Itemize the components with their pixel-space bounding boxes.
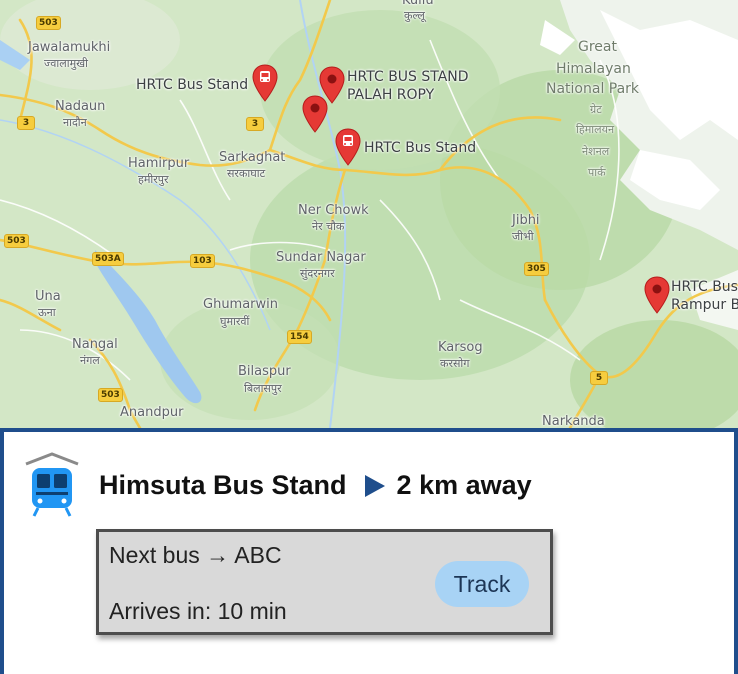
park-label-line3: National Park [546, 81, 640, 97]
place-label-jibhi: Jibhi [512, 213, 540, 228]
place-label-bilaspur: Bilaspur [238, 364, 291, 379]
distance-label: 2 km away [396, 470, 532, 500]
road-shield: 503 [36, 16, 61, 30]
place-label-jawalamukhi: Jawalamukhi [28, 40, 111, 55]
bus-stop-label[interactable]: HRTC Bus Stand [136, 77, 248, 93]
place-label-nangal: Nangal [72, 337, 118, 352]
place-label-nangal-hi: नंगल [80, 354, 100, 367]
place-label-ghumarwin: Ghumarwin [203, 297, 279, 312]
next-bus-card: Next bus → ABC Arrives in: 10 min Track [96, 529, 553, 635]
place-label-karsog-hi: करसोग [440, 357, 470, 370]
place-label-kullu: Kullu [402, 0, 434, 8]
place-label-bilaspur-hi: बिलासपुर [244, 382, 282, 395]
park-label-line1: Great [578, 39, 617, 55]
location-pin-icon[interactable] [302, 95, 328, 133]
park-label-hi2: हिमालयन [576, 123, 615, 136]
arrival-text: Arrives in: 10 min [109, 598, 287, 624]
place-label-una-hi: ऊना [38, 306, 56, 319]
place-label-ner-chowk: Ner Chowk [298, 203, 369, 218]
bus-stop-label[interactable]: Rampur B [671, 297, 738, 313]
road-shield: 503A [92, 252, 124, 266]
place-label-ner-chowk-hi: नेर चौक [312, 220, 345, 233]
play-arrow-icon [364, 474, 385, 497]
road-shield: 3 [246, 117, 264, 131]
place-label-hamirpur: Hamirpur [128, 156, 190, 171]
road-shield: 305 [524, 262, 549, 276]
location-pin-icon[interactable] [644, 276, 670, 314]
road-shield: 503 [4, 234, 29, 248]
bus-stop-label[interactable]: HRTC Bus [671, 279, 738, 295]
next-bus-text: Next bus → ABC [109, 542, 282, 568]
park-label-hi3: नेशनल [582, 145, 610, 158]
place-label-sarkaghat: Sarkaghat [219, 150, 286, 165]
place-label-sundar-nagar-hi: सुंदरनगर [300, 267, 335, 280]
place-label-narkanda: Narkanda [542, 414, 605, 429]
place-label-nadaun-hi: नादौन [63, 116, 87, 129]
road-shield: 5 [590, 371, 608, 385]
bus-stop-marker[interactable] [335, 128, 361, 166]
park-label-hi1: ग्रेट [590, 103, 602, 116]
map-view[interactable]: Jawalamukhi ज्वालामुखी Nadaun नादौन Hami… [0, 0, 738, 428]
stand-header: Himsuta Bus Stand 2 km away [99, 470, 532, 501]
place-label-sundar-nagar: Sundar Nagar [276, 250, 366, 265]
bus-stand-info-panel: Himsuta Bus Stand 2 km away Next bus → A… [0, 428, 738, 674]
road-shield: 103 [190, 254, 215, 268]
place-label-anandpur: Anandpur [120, 405, 184, 420]
road-shield: 503 [98, 388, 123, 402]
track-button[interactable]: Track [435, 561, 529, 607]
stand-name: Himsuta Bus Stand [99, 470, 347, 500]
park-label-line2: Himalayan [556, 61, 631, 77]
bus-stop-label[interactable]: HRTC BUS STAND [347, 69, 469, 85]
place-label-jawalamukhi-hi: ज्वालामुखी [44, 57, 88, 70]
place-label-una: Una [35, 289, 61, 304]
place-label-karsog: Karsog [438, 340, 483, 355]
place-label-kullu-hi: कुल्लू [404, 9, 425, 22]
bus-icon [25, 452, 79, 517]
place-label-ghumarwin-hi: घुमारवीं [220, 315, 250, 328]
bus-stop-label[interactable]: HRTC Bus Stand [364, 140, 476, 156]
bus-stop-marker[interactable] [252, 64, 278, 102]
place-label-nadaun: Nadaun [55, 99, 106, 114]
road-shield: 3 [17, 116, 35, 130]
road-shield: 154 [287, 330, 312, 344]
place-label-hamirpur-hi: हमीरपुर [138, 173, 169, 186]
app-screen: Jawalamukhi ज्वालामुखी Nadaun नादौन Hami… [0, 0, 738, 674]
park-label-hi4: पार्क [588, 166, 606, 179]
place-label-jibhi-hi: जीभी [512, 230, 534, 243]
bus-stop-label[interactable]: PALAH ROPY [347, 87, 434, 103]
place-label-sarkaghat-hi: सरकाघाट [227, 167, 266, 180]
